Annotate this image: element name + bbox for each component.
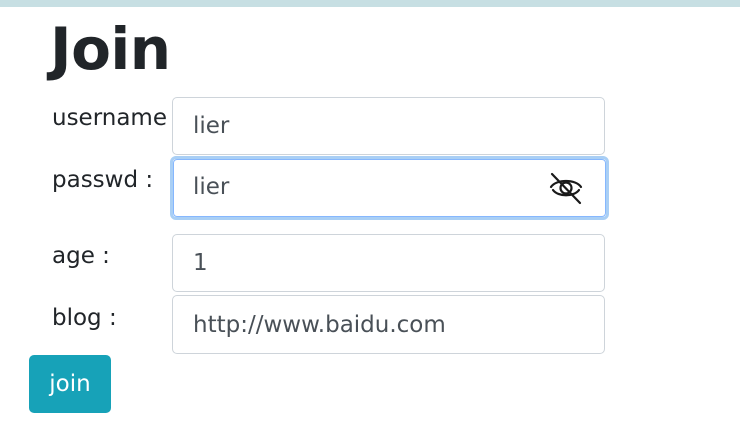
join-button[interactable]: join xyxy=(29,355,111,413)
passwd-label: passwd : xyxy=(52,167,154,193)
top-strip xyxy=(0,0,740,7)
passwd-input[interactable] xyxy=(173,159,533,215)
passwd-field xyxy=(170,156,609,220)
page-title: Join xyxy=(50,15,171,83)
blog-label: blog : xyxy=(52,305,117,331)
age-label: age : xyxy=(52,243,110,269)
username-label: username xyxy=(52,105,167,131)
username-input[interactable] xyxy=(172,97,605,155)
age-input[interactable] xyxy=(172,234,605,292)
join-page: Join username passwd : age : blog : join xyxy=(0,0,740,421)
blog-input[interactable] xyxy=(172,295,605,354)
eye-slash-icon[interactable] xyxy=(548,170,584,206)
